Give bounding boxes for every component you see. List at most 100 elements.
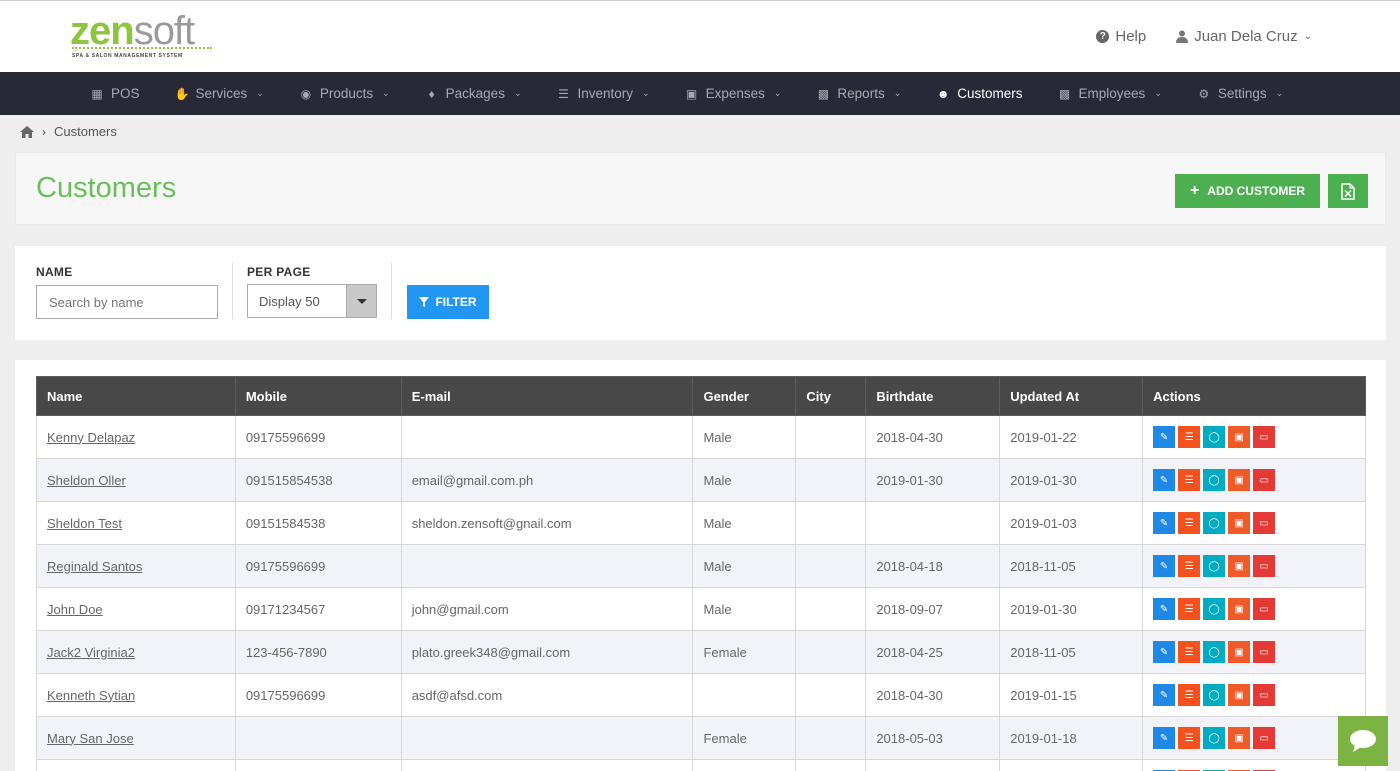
cell-birthdate: 2018-04-30 — [865, 673, 1001, 717]
circle-action-button[interactable]: ◯ — [1203, 598, 1226, 620]
cell-mobile: 123-456-7890 — [234, 630, 402, 674]
customer-name-link[interactable]: Mary San Jose — [47, 731, 134, 746]
customer-name-link[interactable]: Kenneth Sytian — [47, 688, 135, 703]
cell-updated: 2019-01-22 — [999, 415, 1144, 459]
nav-item-label: Settings — [1217, 86, 1267, 101]
chevron-down-icon: ⌄ — [256, 88, 264, 98]
filter-label: FILTER — [435, 295, 477, 309]
circle-action-button[interactable]: ◯ — [1203, 469, 1226, 491]
list-action-button[interactable]: ☰ — [1178, 555, 1201, 577]
cell-email: asdf@afsd.com — [400, 673, 694, 717]
cell-actions: ✎ ☰ ◯ ▣ ▭ — [1142, 587, 1366, 631]
cell-name: Kenneth Sytian — [36, 673, 236, 717]
chat-button[interactable] — [1338, 716, 1388, 766]
customer-name-link[interactable]: Jack2 Virginia2 — [47, 645, 135, 660]
trash-action-button[interactable]: ▭ — [1253, 512, 1276, 534]
customer-name-link[interactable]: Reginald Santos — [47, 559, 142, 574]
money-action-button[interactable]: ▣ — [1228, 641, 1251, 663]
money-action-button[interactable]: ▣ — [1228, 598, 1251, 620]
circle-icon: ◯ — [1208, 560, 1220, 572]
home-icon[interactable] — [20, 125, 34, 138]
trash-action-button[interactable]: ▭ — [1253, 684, 1276, 706]
cell-mobile: 09175596699 — [234, 415, 402, 459]
circle-action-button[interactable]: ◯ — [1203, 426, 1226, 448]
cell-name: Kenny Delapaz — [36, 415, 236, 459]
list-action-button[interactable]: ☰ — [1178, 512, 1201, 534]
circle-action-button[interactable]: ◯ — [1203, 727, 1226, 749]
cell-updated: 2018-11-05 — [999, 544, 1144, 588]
edit-action-button[interactable]: ✎ — [1153, 555, 1176, 577]
money-action-button[interactable]: ▣ — [1228, 512, 1251, 534]
per-page-select[interactable]: Display 50 — [247, 284, 377, 318]
add-customer-button[interactable]: + ADD CUSTOMER — [1175, 174, 1320, 208]
edit-icon: ✎ — [1159, 732, 1169, 744]
money-action-button[interactable]: ▣ — [1228, 426, 1251, 448]
cell-mobile: 09151584538 — [234, 501, 402, 545]
circle-action-button[interactable]: ◯ — [1203, 641, 1226, 663]
trash-action-button[interactable]: ▭ — [1253, 469, 1276, 491]
circle-action-button[interactable]: ◯ — [1203, 512, 1226, 534]
edit-action-button[interactable]: ✎ — [1153, 426, 1176, 448]
cell-name: Sheldon Oller — [36, 458, 236, 502]
money-icon: ▣ — [1234, 474, 1244, 486]
nav-item-reports[interactable]: ▩ Reports ⌄ — [816, 86, 902, 101]
cell-actions: ✎ ☰ ◯ ▣ ▭ — [1142, 415, 1366, 459]
customer-name-link[interactable]: Kenny Delapaz — [47, 430, 135, 445]
nav-item-services[interactable]: ✋ Services ⌄ — [175, 86, 264, 101]
edit-action-button[interactable]: ✎ — [1153, 641, 1176, 663]
customer-name-link[interactable]: Sheldon Oller — [47, 473, 126, 488]
list-action-button[interactable]: ☰ — [1178, 727, 1201, 749]
cell-gender: Male — [692, 587, 797, 631]
customer-name-link[interactable]: John Doe — [47, 602, 103, 617]
list-action-button[interactable]: ☰ — [1178, 598, 1201, 620]
per-page-label: PER PAGE — [247, 265, 311, 279]
trash-icon: ▭ — [1259, 732, 1269, 744]
trash-action-button[interactable]: ▭ — [1253, 727, 1276, 749]
customer-name-link[interactable]: Sheldon Test — [47, 516, 122, 531]
money-action-button[interactable]: ▣ — [1228, 555, 1251, 577]
money-icon: ▣ — [1234, 732, 1244, 744]
user-menu[interactable]: Juan Dela Cruz ⌄ — [1176, 28, 1312, 45]
trash-action-button[interactable]: ▭ — [1253, 598, 1276, 620]
money-action-button[interactable]: ▣ — [1228, 469, 1251, 491]
money-action-button[interactable]: ▣ — [1228, 727, 1251, 749]
nav-item-pos[interactable]: ▦ POS — [90, 86, 139, 101]
filter-divider — [391, 263, 392, 319]
nav-item-inventory[interactable]: ☰ Inventory ⌄ — [557, 86, 649, 101]
edit-action-button[interactable]: ✎ — [1153, 684, 1176, 706]
list-action-button[interactable]: ☰ — [1178, 469, 1201, 491]
nav-item-employees[interactable]: ▩ Employees ⌄ — [1058, 86, 1162, 101]
list-action-button[interactable]: ☰ — [1178, 426, 1201, 448]
edit-action-button[interactable]: ✎ — [1153, 598, 1176, 620]
zensoft-logo[interactable]: zensoft SPA & SALON MANAGEMENT SYSTEM — [70, 11, 220, 63]
search-by-name-input[interactable] — [36, 285, 218, 319]
edit-icon: ✎ — [1159, 560, 1169, 572]
cell-name — [36, 759, 236, 771]
help-link[interactable]: ? Help — [1096, 28, 1146, 45]
nav-item-products[interactable]: ◉ Products ⌄ — [299, 86, 390, 101]
edit-action-button[interactable]: ✎ — [1153, 727, 1176, 749]
trash-action-button[interactable]: ▭ — [1253, 641, 1276, 663]
nav-item-packages[interactable]: ♦ Packages ⌄ — [425, 86, 522, 101]
circle-action-button[interactable]: ◯ — [1203, 555, 1226, 577]
trash-action-button[interactable]: ▭ — [1253, 555, 1276, 577]
user-name: Juan Dela Cruz — [1194, 28, 1298, 45]
nav-item-expenses[interactable]: ▣ Expenses ⌄ — [685, 86, 782, 101]
filter-button[interactable]: FILTER — [407, 285, 489, 319]
edit-icon: ✎ — [1159, 431, 1169, 443]
trash-action-button[interactable]: ▭ — [1253, 426, 1276, 448]
list-action-button[interactable]: ☰ — [1178, 684, 1201, 706]
list-icon: ☰ — [1184, 732, 1194, 744]
export-excel-button[interactable] — [1328, 174, 1368, 208]
money-icon: ▣ — [1234, 517, 1244, 529]
circle-action-button[interactable]: ◯ — [1203, 684, 1226, 706]
money-action-button[interactable]: ▣ — [1228, 684, 1251, 706]
cell-email: john@gmail.com — [400, 587, 694, 631]
edit-action-button[interactable]: ✎ — [1153, 469, 1176, 491]
edit-action-button[interactable]: ✎ — [1153, 512, 1176, 534]
nav-item-settings[interactable]: ⚙ Settings ⌄ — [1197, 86, 1283, 101]
nav-item-customers[interactable]: ☻ Customers — [936, 86, 1023, 101]
cell-gender: Female — [692, 630, 797, 674]
customers-table: Name Mobile E-mail Gender City Birthdate Updat… — [36, 376, 1366, 771]
list-action-button[interactable]: ☰ — [1178, 641, 1201, 663]
